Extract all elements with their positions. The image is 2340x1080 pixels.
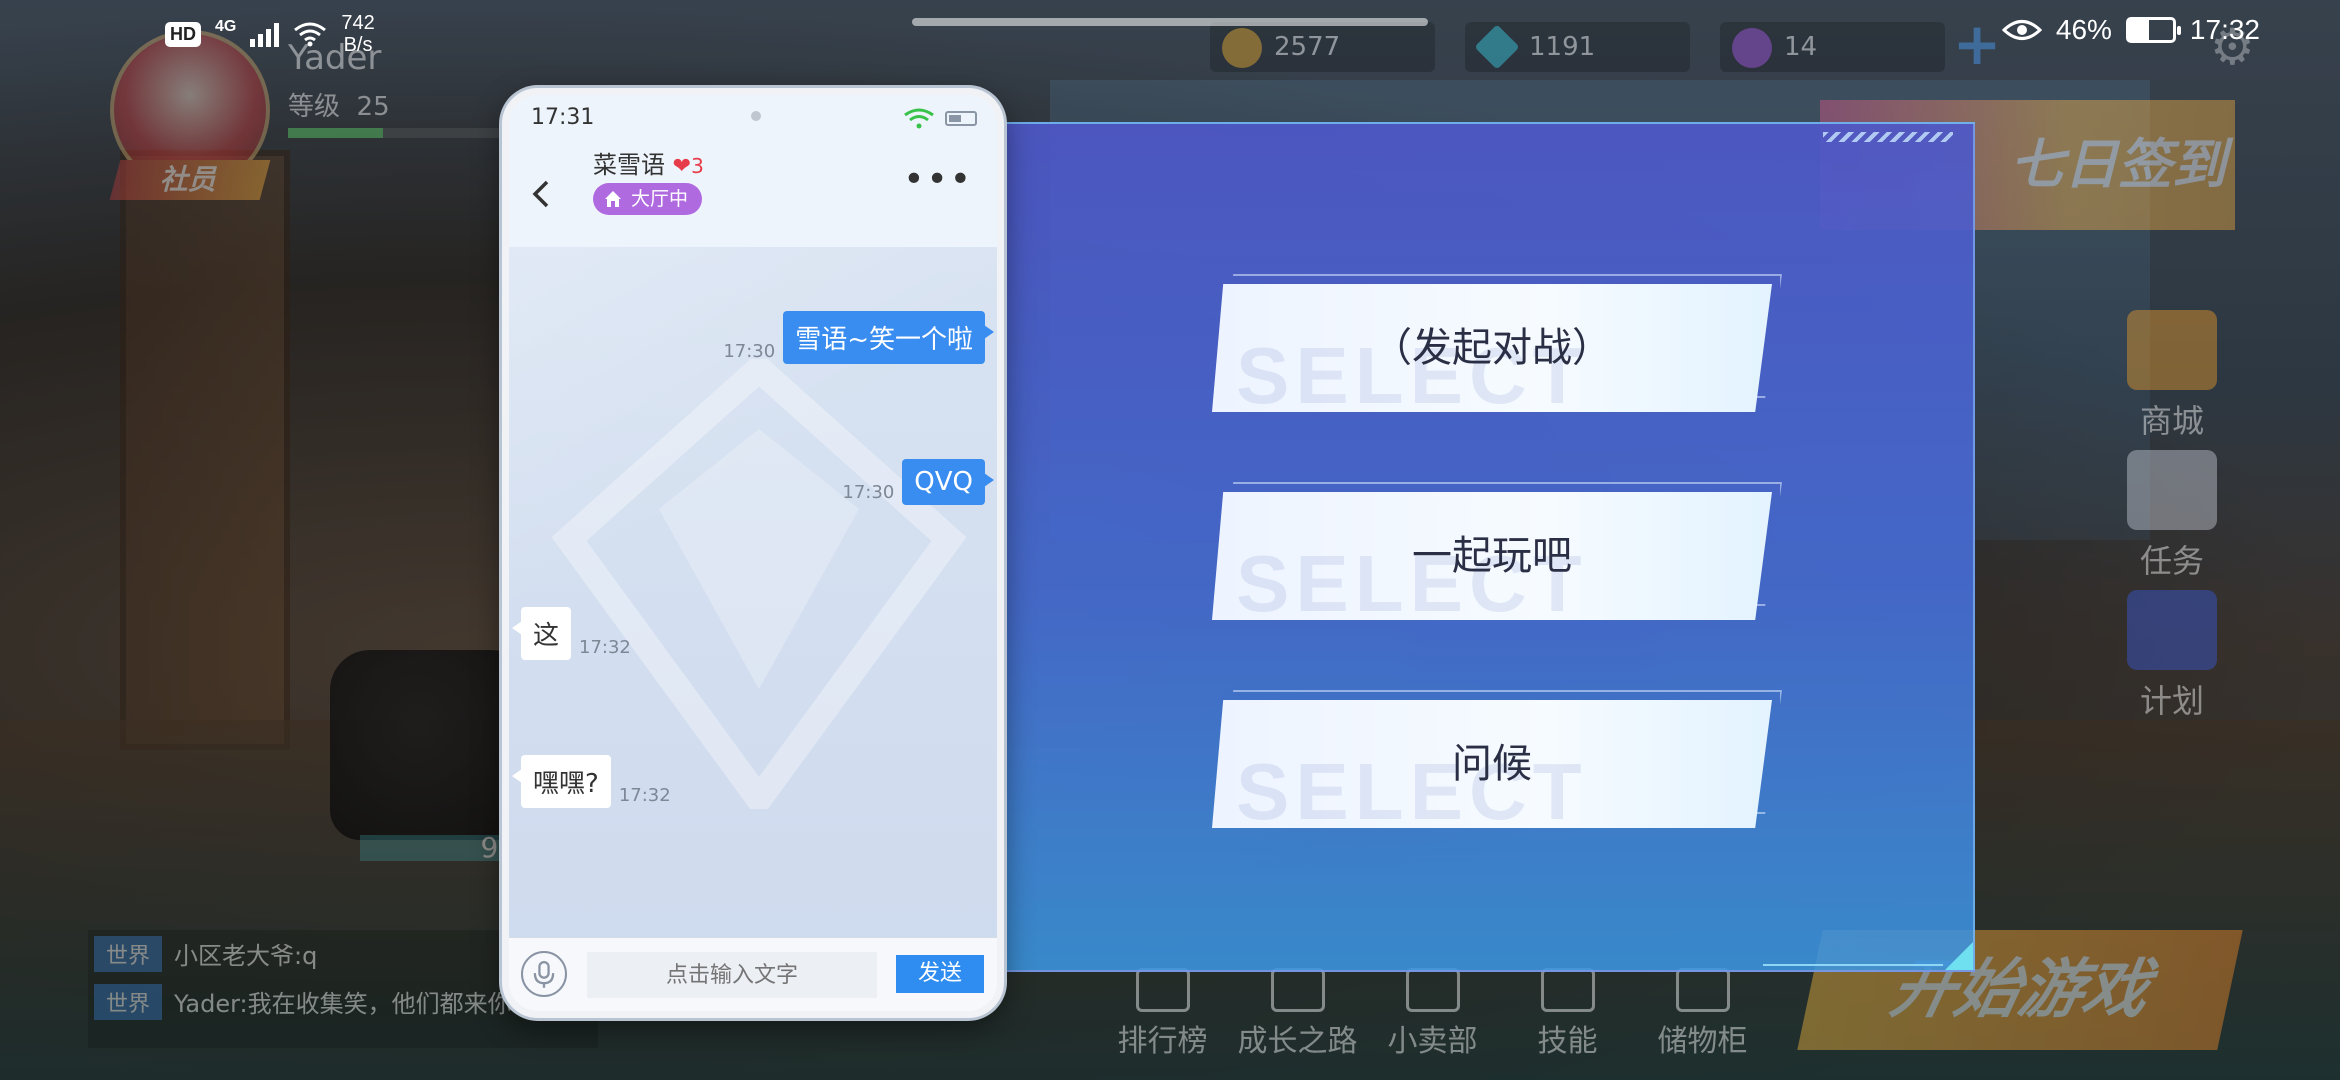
phone-battery-icon bbox=[945, 111, 977, 126]
store-icon bbox=[1405, 968, 1460, 1012]
phone-wifi-icon bbox=[904, 108, 934, 129]
world-chat-tag: 世界 bbox=[94, 984, 163, 1020]
send-button[interactable]: 发送 bbox=[896, 955, 984, 993]
exp-bar-fill bbox=[288, 128, 383, 138]
option-label: （发起对战） bbox=[1372, 325, 1612, 371]
battery-fill bbox=[2128, 20, 2150, 40]
signal-icon bbox=[250, 21, 280, 47]
nav-leaderboard[interactable]: 排行榜 bbox=[1095, 968, 1230, 1060]
option-start-battle[interactable]: SELECT （发起对战） bbox=[1212, 274, 1782, 420]
v-shield-icon bbox=[2127, 590, 2217, 670]
option-label: 问候 bbox=[1452, 741, 1532, 787]
contact-status: 大厅中 bbox=[631, 188, 689, 210]
locker-icon bbox=[1675, 968, 1730, 1012]
option-label: 一起玩吧 bbox=[1412, 533, 1572, 579]
net-speed-unit: B/s bbox=[343, 34, 373, 56]
net-speed: 742 B/s bbox=[341, 12, 374, 56]
leaderboard-icon bbox=[1135, 968, 1190, 1012]
chat-message: 17:30 QVQ bbox=[842, 459, 994, 505]
message-time: 17:32 bbox=[579, 637, 631, 658]
chat-body[interactable]: 17:30 雪语~笑一个啦 17:30 QVQ 这 17:32 嘿嘿? 17:3… bbox=[509, 219, 997, 937]
chat-input-bar: 发送 bbox=[509, 937, 997, 1011]
nav-label: 成长之路 bbox=[1237, 1024, 1358, 1059]
contact-status-badge: 大厅中 bbox=[593, 183, 703, 215]
battery-percent: 46% bbox=[2055, 14, 2112, 45]
world-chat-tag: 世界 bbox=[94, 936, 163, 972]
nav-label: 技能 bbox=[1537, 1024, 1598, 1059]
nav-label: 排行榜 bbox=[1117, 1024, 1208, 1059]
message-time: 17:30 bbox=[723, 341, 776, 362]
shop-button[interactable]: 商城 bbox=[2112, 310, 2232, 442]
rank-badge: 社员 bbox=[109, 160, 271, 200]
skills-icon bbox=[1540, 968, 1595, 1012]
exp-bar bbox=[288, 128, 538, 138]
status-bar: HD 4G 742 B/s 46% 17:32 bbox=[0, 0, 2340, 62]
phone-time: 17:31 bbox=[531, 105, 595, 130]
plan-label: 计划 bbox=[2139, 682, 2204, 720]
plan-button[interactable]: 计划 bbox=[2112, 590, 2232, 722]
chat-message: 嘿嘿? 17:32 bbox=[512, 755, 671, 808]
network-type: 4G bbox=[215, 18, 237, 35]
nav-skills[interactable]: 技能 bbox=[1500, 968, 1635, 1060]
heart-icon: ❤ bbox=[672, 154, 692, 179]
shop-label: 商城 bbox=[2139, 402, 2204, 440]
level-value: 25 bbox=[356, 92, 390, 122]
message-bubble[interactable]: QVQ bbox=[902, 459, 994, 505]
growth-path-icon bbox=[1270, 968, 1325, 1012]
panel-bottom-line bbox=[1763, 964, 1943, 966]
bottom-nav: 排行榜 成长之路 小卖部 技能 储物柜 bbox=[1095, 968, 1770, 1060]
phone-chat-window: 17:31 17:30 雪语~笑一个啦 17:30 QVQ 这 17:32 嘿嘿… bbox=[502, 88, 1004, 1018]
panel-corner-decoration bbox=[1945, 942, 1973, 970]
message-time: 17:32 bbox=[618, 785, 671, 806]
task-list-icon bbox=[2127, 450, 2217, 530]
back-arrow-icon[interactable] bbox=[527, 179, 557, 209]
eye-comfort-icon bbox=[2001, 20, 2042, 40]
shopping-cart-icon bbox=[2127, 310, 2217, 390]
tasks-button[interactable]: 任务 bbox=[2112, 450, 2232, 582]
message-bubble[interactable]: 雪语~笑一个啦 bbox=[783, 311, 994, 364]
more-options-icon[interactable]: ••• bbox=[903, 159, 973, 200]
phone-status-bar: 17:31 bbox=[509, 95, 997, 135]
option-play-together[interactable]: SELECT 一起玩吧 bbox=[1212, 482, 1782, 628]
hd-badge: HD bbox=[165, 21, 201, 47]
contact-name: 菜雪语 bbox=[593, 151, 665, 179]
tasks-label: 任务 bbox=[2139, 542, 2204, 580]
nav-label: 小卖部 bbox=[1387, 1024, 1478, 1059]
home-icon bbox=[605, 191, 621, 207]
chat-message: 这 17:32 bbox=[511, 607, 631, 660]
chat-text-input[interactable] bbox=[587, 952, 877, 998]
message-bubble[interactable]: 这 bbox=[511, 607, 572, 660]
option-greet[interactable]: SELECT 问候 bbox=[1212, 690, 1782, 836]
chat-message: 17:30 雪语~笑一个啦 bbox=[723, 311, 994, 364]
nav-locker[interactable]: 储物柜 bbox=[1635, 968, 1770, 1060]
battery-icon bbox=[2125, 17, 2181, 43]
player-level: 等级 25 bbox=[288, 86, 390, 123]
message-bubble[interactable]: 嘿嘿? bbox=[512, 755, 611, 808]
world-chat-text: Yader:我在收集笑，他们都来你 了 bbox=[174, 990, 544, 1018]
nav-growth-path[interactable]: 成长之路 bbox=[1230, 968, 1365, 1060]
classroom-door bbox=[120, 150, 290, 750]
contact-name-row: 菜雪语 ❤3 bbox=[593, 145, 704, 180]
game-logo-watermark bbox=[551, 359, 967, 809]
message-time: 17:30 bbox=[842, 482, 895, 503]
top-handle-bar bbox=[912, 18, 1428, 26]
status-bar-right: 46% 17:32 bbox=[2001, 14, 2260, 46]
clock: 17:32 bbox=[2189, 14, 2260, 45]
status-bar-left: HD 4G 742 B/s bbox=[165, 12, 375, 56]
microphone-icon[interactable] bbox=[521, 951, 567, 997]
chat-header: 菜雪语 ❤3 大厅中 ••• bbox=[509, 135, 997, 247]
select-panel: SELECT （发起对战） SELECT 一起玩吧 SELECT 问候 bbox=[1000, 122, 1975, 972]
phone-camera-icon bbox=[751, 111, 761, 121]
net-speed-value: 742 bbox=[341, 12, 375, 34]
heart-count: 3 bbox=[691, 154, 704, 178]
nav-shop[interactable]: 小卖部 bbox=[1365, 968, 1500, 1060]
level-label: 等级 bbox=[288, 92, 341, 122]
panel-stripe-decoration bbox=[1823, 132, 1953, 142]
world-chat-text: 小区老大爷:q bbox=[174, 942, 318, 970]
nav-label: 储物柜 bbox=[1657, 1024, 1748, 1059]
wifi-icon bbox=[294, 22, 327, 47]
